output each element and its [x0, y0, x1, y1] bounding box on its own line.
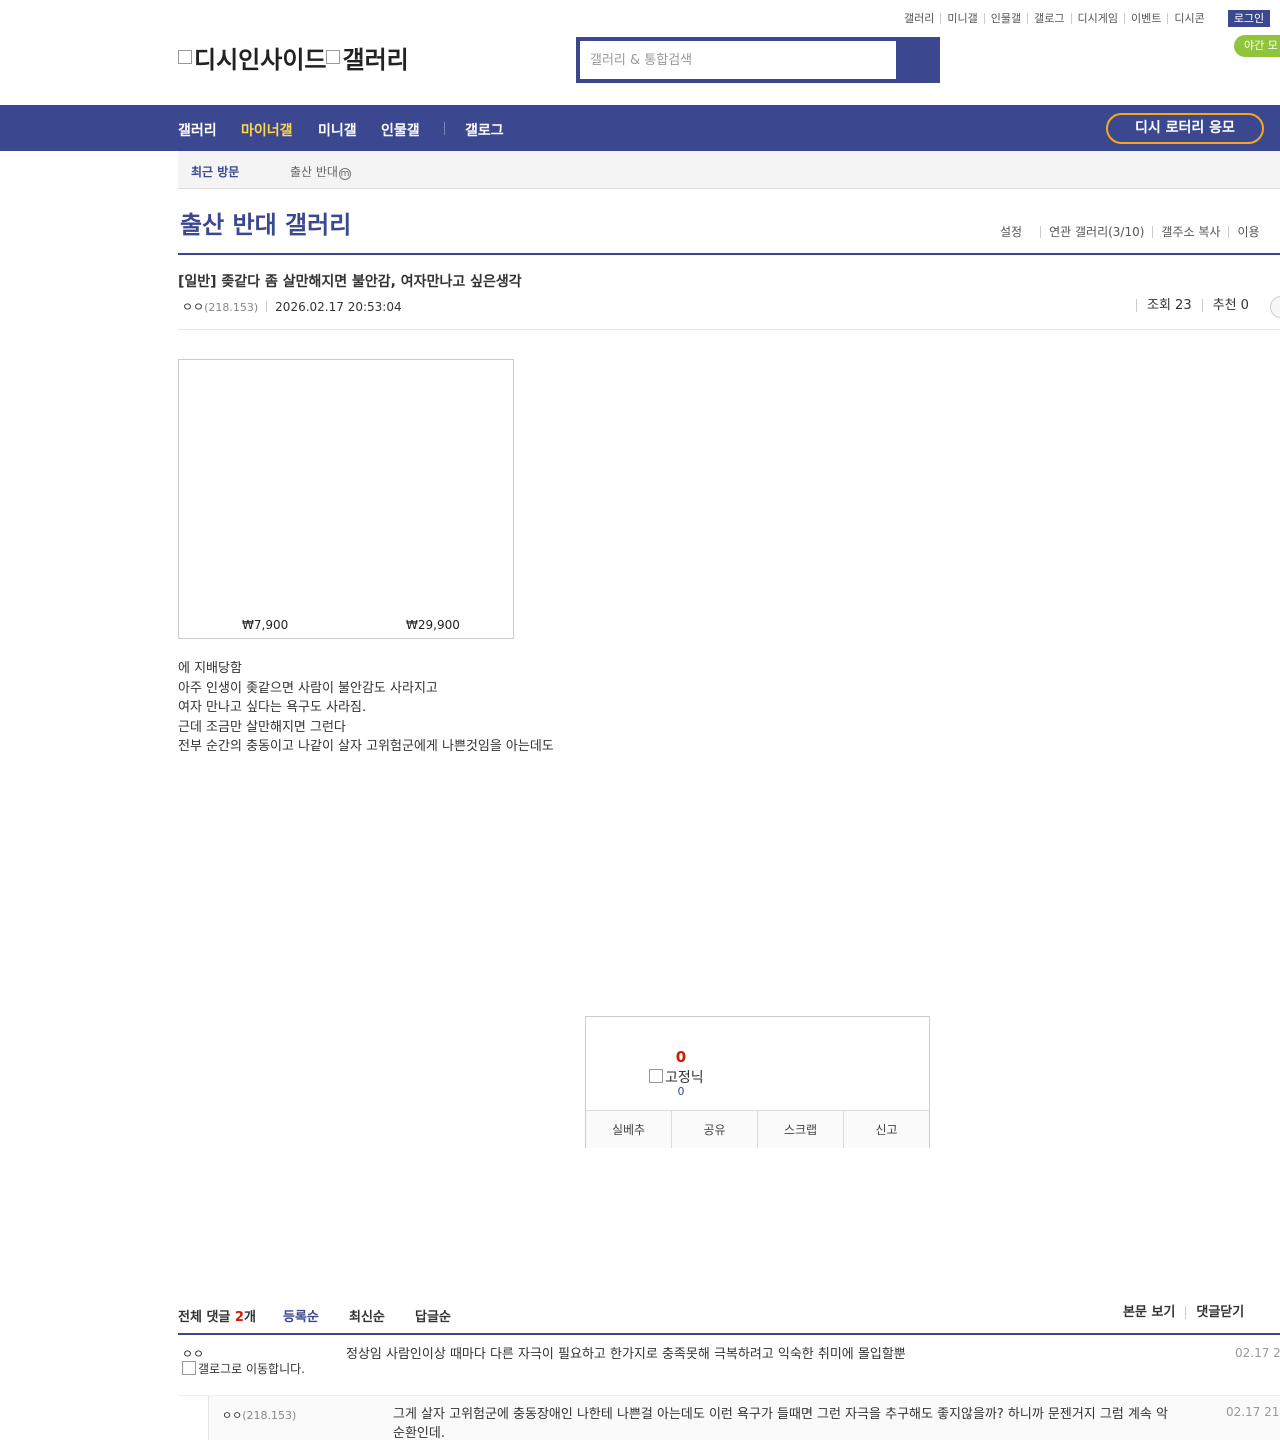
comment-date: 02.17 21: [1235, 1346, 1280, 1360]
post-body-line: 여자 만나고 싶다는 욕구도 사라짐.: [178, 700, 367, 716]
broken-image-icon: [649, 1069, 663, 1083]
top-link-persongall[interactable]: 인물갤: [983, 12, 1027, 24]
comment-count-unit: 개: [243, 1310, 256, 1325]
reply-date: 02.17 21:0: [1226, 1405, 1280, 1419]
broken-image-icon: [182, 1361, 196, 1375]
recommend-box: 0 고정닉 0 실베추 공유 스크랩 신고: [585, 1016, 930, 1148]
top-link-dccon[interactable]: 디시콘: [1167, 12, 1210, 24]
main-nav: 갤러리 마이너갤 미니갤 인물갤 갤로그 디시 로터리 응모: [0, 105, 1280, 151]
top-link-event[interactable]: 이벤트: [1123, 12, 1167, 24]
recommend-count[interactable]: 0: [586, 1048, 776, 1066]
post-author-ip: (218.153): [204, 301, 259, 314]
comment-text: 정상임 사람인이상 때마다 다른 자극이 필요하고 한가지로 충족못해 극복하려…: [346, 1347, 906, 1362]
top-link-gallery[interactable]: 갤러리: [898, 13, 940, 24]
site-logo[interactable]: 디시인사이드 갤러리: [178, 40, 409, 75]
top-link-gallog[interactable]: 갤로그: [1027, 12, 1070, 24]
top-link-dcgame[interactable]: 디시게임: [1070, 12, 1124, 24]
share-button[interactable]: 공유: [671, 1111, 757, 1148]
nav-item-gallog[interactable]: 갤로그: [465, 120, 504, 140]
sort-replies[interactable]: 답글순: [415, 1306, 451, 1325]
comment-total-label: 전체 댓글: [178, 1310, 231, 1325]
reply-text: 그게 살자 고위험군에 충동장애인 나한테 나쁜걸 아는데도 이런 욕구가 들때…: [393, 1407, 1168, 1440]
post-author-nick[interactable]: ㅇㅇ: [182, 300, 204, 314]
ad-banner[interactable]: ₩7,900 ₩29,900: [178, 359, 514, 639]
lottery-button[interactable]: 디시 로터리 응모: [1106, 113, 1264, 144]
gallery-tools: 설정 연관 갤러리(3/10) 갤주소 복사 이용: [1000, 226, 1268, 238]
post-views: 조회 23: [1136, 299, 1202, 312]
ad-price: ₩29,900: [406, 618, 460, 632]
sort-registered[interactable]: 등록순: [283, 1306, 319, 1325]
broken-image-icon: [178, 50, 192, 64]
post-body: 에 지배당함 아주 인생이 좆같으면 사람이 불안감도 사라지고 여자 만나고 …: [178, 659, 554, 757]
minor-gallery-badge-icon: m: [338, 168, 351, 180]
ad-price: ₩7,900: [242, 618, 289, 632]
broken-image-icon: [326, 50, 341, 64]
copy-gallery-url-link[interactable]: 갤주소 복사: [1152, 226, 1228, 238]
top-link-minigall[interactable]: 미니갤: [940, 12, 983, 24]
post-recommend-count: 추천 0: [1201, 299, 1259, 312]
post-date: 2026.02.17 20:53:04: [275, 300, 402, 314]
meta-divider: [266, 301, 268, 312]
recent-visit-label[interactable]: 최근 방문: [191, 163, 239, 180]
post-body-line: 아주 인생이 좆같으면 사람이 불안감도 사라지고: [178, 680, 438, 696]
related-gallery-link[interactable]: 연관 갤러리(3/10): [1040, 226, 1152, 238]
best-recommend-button[interactable]: 실베추: [586, 1111, 671, 1148]
fixed-nick-recommend: 고정닉: [649, 1067, 704, 1087]
nav-item-minorgall[interactable]: 마이너갤: [241, 120, 293, 140]
nav-item-minigall[interactable]: 미니갤: [318, 120, 357, 140]
reply-author[interactable]: ㅇㅇ(218.153): [222, 1407, 296, 1423]
post-body-line: 에 지배당함: [178, 661, 242, 676]
usage-link[interactable]: 이용: [1228, 226, 1267, 238]
sort-latest[interactable]: 최신순: [349, 1306, 385, 1325]
search-button[interactable]: [896, 41, 936, 79]
recent-visit-item[interactable]: 출산 반대 m: [290, 163, 351, 180]
close-comments-button[interactable]: 댓글닫기: [1185, 1306, 1254, 1319]
nav-item-persongall[interactable]: 인물갤: [381, 120, 420, 140]
post-body-line: 전부 순간의 충동이고 나같이 살자 고위험군에게 나쁜것임을 아는데도: [178, 739, 554, 755]
recent-visit-bar: 최근 방문 출산 반대 m: [178, 151, 1280, 189]
login-button[interactable]: 로그인: [1228, 10, 1270, 27]
comment-view-controls: 본문 보기 댓글닫기: [1123, 1306, 1254, 1319]
reply-author-ip: (218.153): [242, 1409, 297, 1422]
gallery-settings-link[interactable]: 설정: [1000, 226, 1040, 238]
reply-author-nick: ㅇㅇ: [222, 1409, 243, 1422]
night-mode-toggle[interactable]: 야간 모: [1234, 35, 1280, 57]
nav-item-gallery[interactable]: 갤러리: [178, 120, 217, 140]
recent-visit-item-label: 출산 반대: [290, 165, 338, 179]
report-button[interactable]: 신고: [843, 1111, 929, 1148]
gallery-title[interactable]: 출산 반대 갤러리: [180, 205, 351, 240]
comments-divider: [178, 1333, 1280, 1335]
view-post-button[interactable]: 본문 보기: [1123, 1306, 1185, 1319]
post-more-icon[interactable]: [1270, 296, 1280, 318]
search-input[interactable]: [580, 41, 896, 79]
top-utility-links: 갤러리 미니갤 인물갤 갤로그 디시게임 이벤트 디시콘: [898, 10, 1211, 26]
post-title: [일반] 좆같다 좀 살만해지면 불안감, 여자만나고 싶은생각: [178, 274, 522, 290]
nav-divider: [444, 122, 445, 135]
fixed-nick-count: 0: [677, 1085, 685, 1098]
search-box: [576, 37, 940, 83]
comment-total: 전체 댓글 2개: [178, 1306, 256, 1325]
header-divider: [178, 329, 1280, 330]
post-stats: 조회 23 추천 0: [1136, 299, 1259, 312]
title-divider: [178, 253, 1280, 255]
comment-author[interactable]: ㅇㅇ 갤로그로 이동합니다.: [182, 1347, 312, 1376]
post-body-line: 근데 조금만 살만해지면 그런다: [178, 719, 346, 735]
comments-header: 전체 댓글 2개 등록순 최신순 답글순 본문 보기 댓글닫기: [178, 1306, 1280, 1334]
post-actions: 실베추 공유 스크랩 신고: [586, 1110, 929, 1148]
comment-count: 2: [234, 1310, 244, 1325]
fixed-nick-label: 고정닉: [665, 1070, 704, 1086]
scrap-button[interactable]: 스크랩: [757, 1111, 843, 1148]
post-author-info: ㅇㅇ(218.153) 2026.02.17 20:53:04: [182, 298, 402, 315]
logo-gallery-text: 갤러리: [342, 46, 409, 74]
gallog-link-alt: 갤로그로 이동합니다.: [198, 1362, 305, 1376]
logo-dcinside-text: 디시인사이드: [194, 46, 327, 74]
comment-author-nick: ㅇㅇ: [182, 1347, 205, 1361]
